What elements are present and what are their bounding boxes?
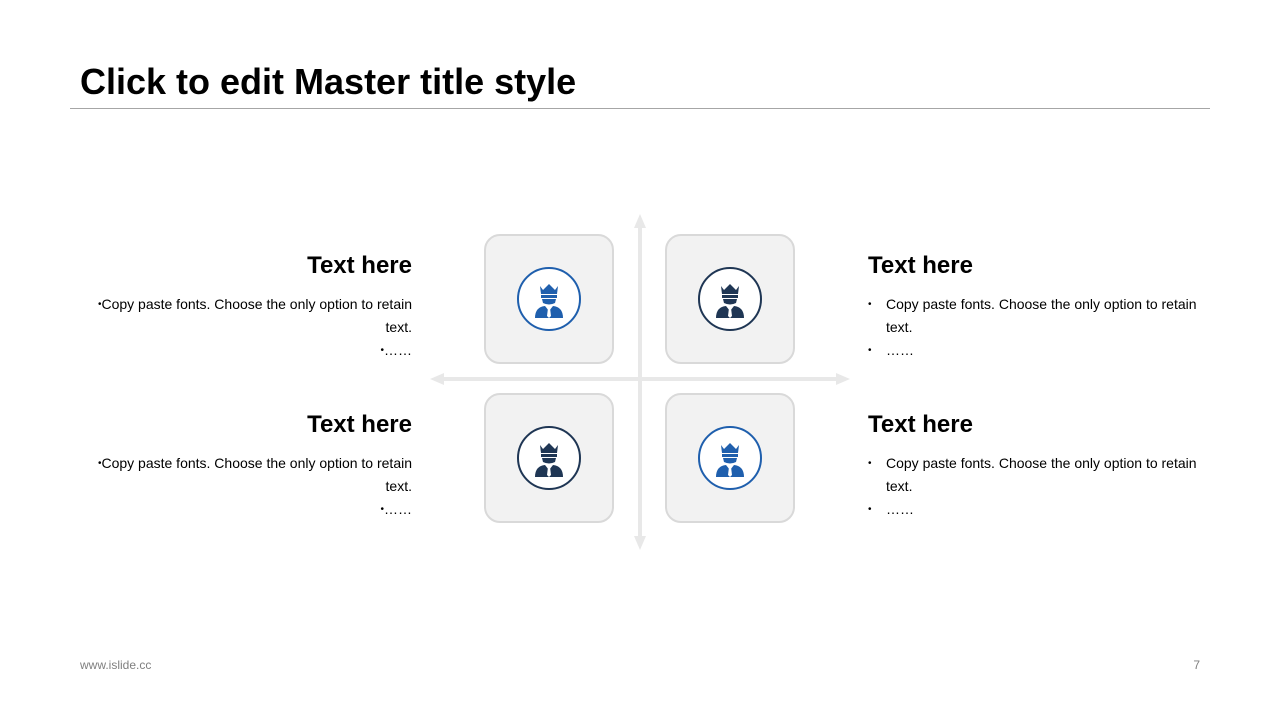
quadrant-tile-top-left[interactable] — [484, 234, 614, 364]
bullet-item: •…… — [380, 342, 412, 358]
axis-arrow-down — [634, 536, 646, 550]
icon-badge — [517, 426, 581, 490]
quadrant-tile-top-right[interactable] — [665, 234, 795, 364]
axis-arrow-up — [634, 214, 646, 228]
bullet-list: •Copy paste fonts. Choose the only optio… — [82, 452, 412, 521]
bullet-item: •Copy paste fonts. Choose the only optio… — [97, 296, 412, 335]
icon-badge — [698, 426, 762, 490]
bullet-item: •…… — [380, 501, 412, 517]
king-person-icon — [716, 443, 744, 477]
king-person-icon — [535, 443, 563, 477]
page-number: 7 — [1193, 658, 1200, 672]
axis-arrow-left — [430, 373, 444, 385]
block-heading: Text here — [307, 252, 412, 279]
axis-arrow-right — [836, 373, 850, 385]
bullet-item: •Copy paste fonts. Choose the only optio… — [868, 455, 1197, 494]
bullet-list: •Copy paste fonts. Choose the only optio… — [868, 293, 1198, 362]
bullet-item: •Copy paste fonts. Choose the only optio… — [97, 455, 412, 494]
bullet-item: •Copy paste fonts. Choose the only optio… — [868, 296, 1197, 335]
king-person-icon — [535, 284, 563, 318]
text-block-bottom-right[interactable]: Text here • Copy paste fonts. Choose the … — [868, 410, 1198, 521]
icon-badge — [698, 267, 762, 331]
quadrant-tile-bottom-left[interactable] — [484, 393, 614, 523]
bullet-list: •Copy paste fonts. Choose the only optio… — [868, 452, 1198, 521]
bullet-list: •Copy paste fonts. Choose the only optio… — [82, 293, 412, 362]
text-block-top-left[interactable]: Text here •Copy paste fonts. Choose the … — [82, 251, 412, 362]
footer-url[interactable]: www.islide.cc — [80, 658, 151, 672]
icon-badge — [517, 267, 581, 331]
block-heading: Text here — [868, 411, 973, 438]
text-block-bottom-left[interactable]: Text here •Copy paste fonts. Choose the … — [82, 410, 412, 521]
quadrant-tile-bottom-right[interactable] — [665, 393, 795, 523]
block-heading: Text here — [868, 252, 973, 279]
block-heading: Text here — [307, 411, 412, 438]
bullet-item: •…… — [868, 342, 914, 358]
text-block-top-right[interactable]: Text here • Copy paste fonts. Choose the … — [868, 251, 1198, 362]
bullet-item: •…… — [868, 501, 914, 517]
king-person-icon — [716, 284, 744, 318]
